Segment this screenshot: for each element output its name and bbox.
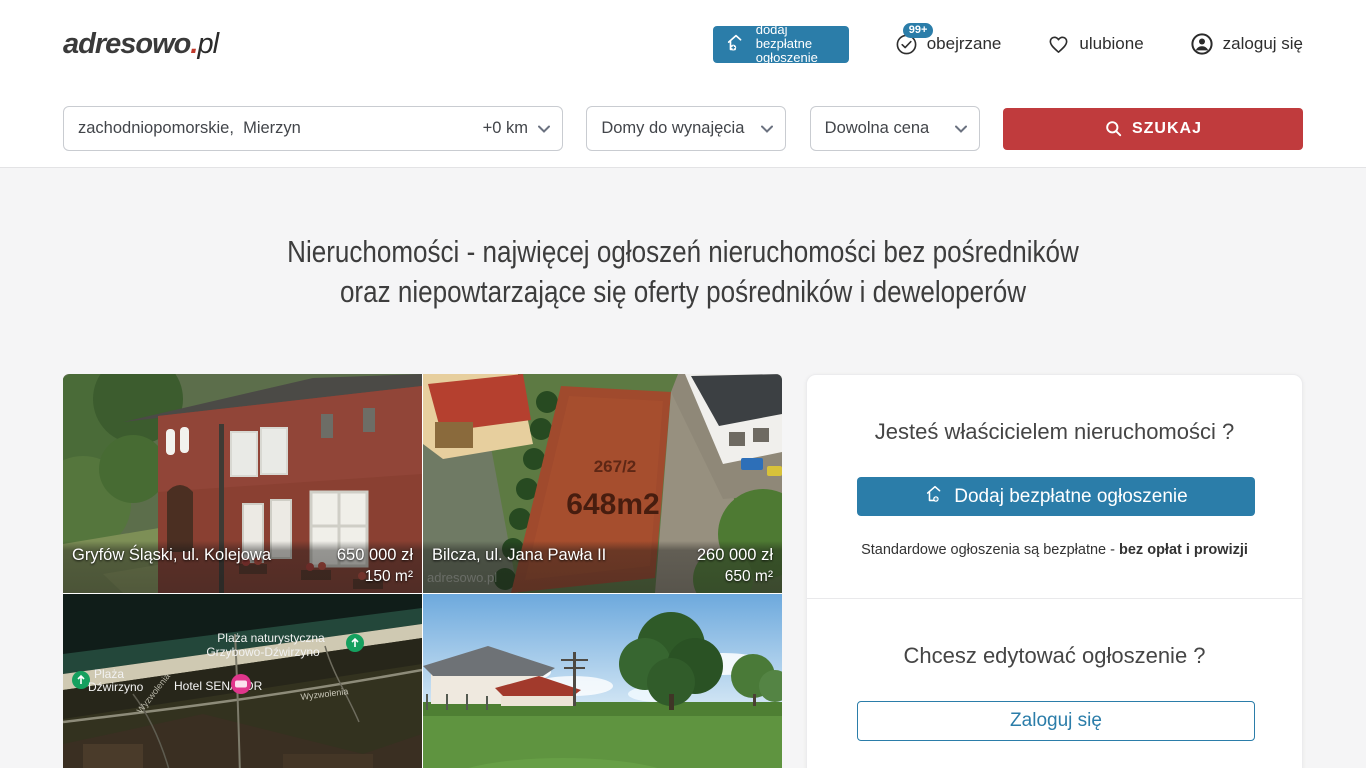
page-title: Nieruchomości - najwięcej ogłoszeń nieru… [162, 168, 1204, 312]
listing-area: 150 m² [72, 568, 413, 586]
add-listing-button[interactable]: dodaj bezpłatne ogłoszenie [713, 26, 849, 63]
add-listing-label: dodaj bezpłatne ogłoszenie [756, 23, 835, 65]
plot-parcel-label: 267/2 [594, 457, 637, 476]
listing-photo-meadow [423, 594, 782, 768]
user-circle-icon [1190, 32, 1214, 56]
viewed-link[interactable]: 99+ obejrzane [895, 33, 1002, 56]
search-button[interactable]: SZUKAJ [1003, 108, 1303, 150]
owner-note-text: Standardowe ogłoszenia są bezpłatne - [861, 542, 1119, 558]
radius-dropdown[interactable]: +0 km [483, 119, 550, 138]
chevron-down-icon [761, 125, 773, 133]
edit-section-title: Chcesz edytować ogłoszenie ? [857, 643, 1252, 669]
viewed-label: obejrzane [927, 34, 1002, 54]
house-plus-icon [725, 32, 747, 57]
property-type-value: Domy do wynajęcia [601, 119, 744, 138]
listing-price: 260 000 zł [697, 546, 773, 565]
listing-card-grojec[interactable]: Grojec, ul. Regienna 801 000 zł [423, 594, 782, 768]
logo-main: adresowo [63, 28, 190, 60]
listing-location: Gryfów Śląski, ul. Kolejowa [72, 546, 271, 565]
edit-section: Chcesz edytować ogłoszenie ? Zaloguj się… [807, 598, 1302, 768]
price-select[interactable]: Dowolna cena [810, 106, 980, 151]
page-title-line2: oraz niepowtarzające się oferty pośredni… [162, 272, 1204, 312]
listing-area: 650 m² [432, 568, 773, 586]
owner-section-title: Jesteś właścicielem nieruchomości ? [857, 419, 1252, 445]
listing-location: Bilcza, ul. Jana Pawła II [432, 546, 606, 565]
logo-tld: pl [197, 28, 218, 60]
chevron-down-icon [955, 125, 967, 133]
radius-value: +0 km [483, 119, 528, 138]
listing-grid: Gryfów Śląski, ul. Kolejowa 650 000 zł 1… [63, 374, 782, 768]
page-body: Nieruchomości - najwięcej ogłoszeń nieru… [0, 168, 1366, 768]
map-label-beach-left-1: Plaża [94, 667, 124, 681]
listing-card-dzwirzyno[interactable]: Plaża naturystyczna Grzybowo-Dźwirzyno P… [63, 594, 422, 768]
listing-price: 650 000 zł [337, 546, 413, 565]
heart-icon [1047, 33, 1070, 56]
location-input[interactable] [78, 119, 483, 138]
header-actions: dodaj bezpłatne ogłoszenie 99+ obejrzane [713, 26, 1303, 63]
plot-area-label: 648m2 [566, 488, 659, 521]
favorites-label: ulubione [1079, 34, 1143, 54]
sidebar-login-button[interactable]: Zaloguj się [857, 701, 1255, 741]
owner-note-bold: bez opłat i prowizji [1119, 542, 1248, 558]
listing-overlay: Gryfów Śląski, ul. Kolejowa 650 000 zł 1… [63, 541, 422, 593]
owner-note: Standardowe ogłoszenia są bezpłatne - be… [857, 542, 1252, 558]
map-label-beach-left-2: Dźwirzyno [88, 680, 144, 694]
sidebar: Jesteś właścicielem nieruchomości ? Doda… [806, 374, 1303, 768]
property-type-select[interactable]: Domy do wynajęcia [586, 106, 786, 151]
login-link[interactable]: zaloguj się [1190, 32, 1303, 56]
favorites-link[interactable]: ulubione [1047, 33, 1143, 56]
listing-map: Plaża naturystyczna Grzybowo-Dźwirzyno P… [63, 594, 422, 768]
sidebar-add-listing-label: Dodaj bezpłatne ogłoszenie [954, 486, 1187, 508]
site-logo[interactable]: adresowo.pl [63, 28, 218, 61]
location-field[interactable]: +0 km [63, 106, 563, 151]
sidebar-login-label: Zaloguj się [1010, 710, 1102, 732]
listing-overlay: Bilcza, ul. Jana Pawła II 260 000 zł 650… [423, 541, 782, 593]
map-label-beach-top-1: Plaża naturystyczna [217, 631, 325, 645]
search-icon [1104, 119, 1123, 138]
search-button-label: SZUKAJ [1132, 120, 1202, 138]
top-bar: adresowo.pl dodaj bezpłatne ogłoszenie [0, 0, 1366, 88]
page-title-line1: Nieruchomości - najwięcej ogłoszeń nieru… [162, 232, 1204, 272]
owner-section: Jesteś właścicielem nieruchomości ? Doda… [807, 375, 1302, 598]
sidebar-add-listing-button[interactable]: Dodaj bezpłatne ogłoszenie [857, 477, 1255, 516]
search-bar: +0 km Domy do wynajęcia Dowolna cena SZU… [0, 88, 1366, 168]
listing-card-bilcza[interactable]: 267/2 648m2 adresowo.pl [423, 374, 782, 593]
login-label: zaloguj się [1223, 34, 1303, 54]
price-value: Dowolna cena [825, 119, 930, 138]
viewed-count-badge: 99+ [903, 23, 934, 38]
house-plus-icon [924, 483, 946, 511]
chevron-down-icon [538, 125, 550, 133]
map-label-beach-top-2: Grzybowo-Dźwirzyno [206, 645, 320, 659]
listing-card-gryfow[interactable]: Gryfów Śląski, ul. Kolejowa 650 000 zł 1… [63, 374, 422, 593]
